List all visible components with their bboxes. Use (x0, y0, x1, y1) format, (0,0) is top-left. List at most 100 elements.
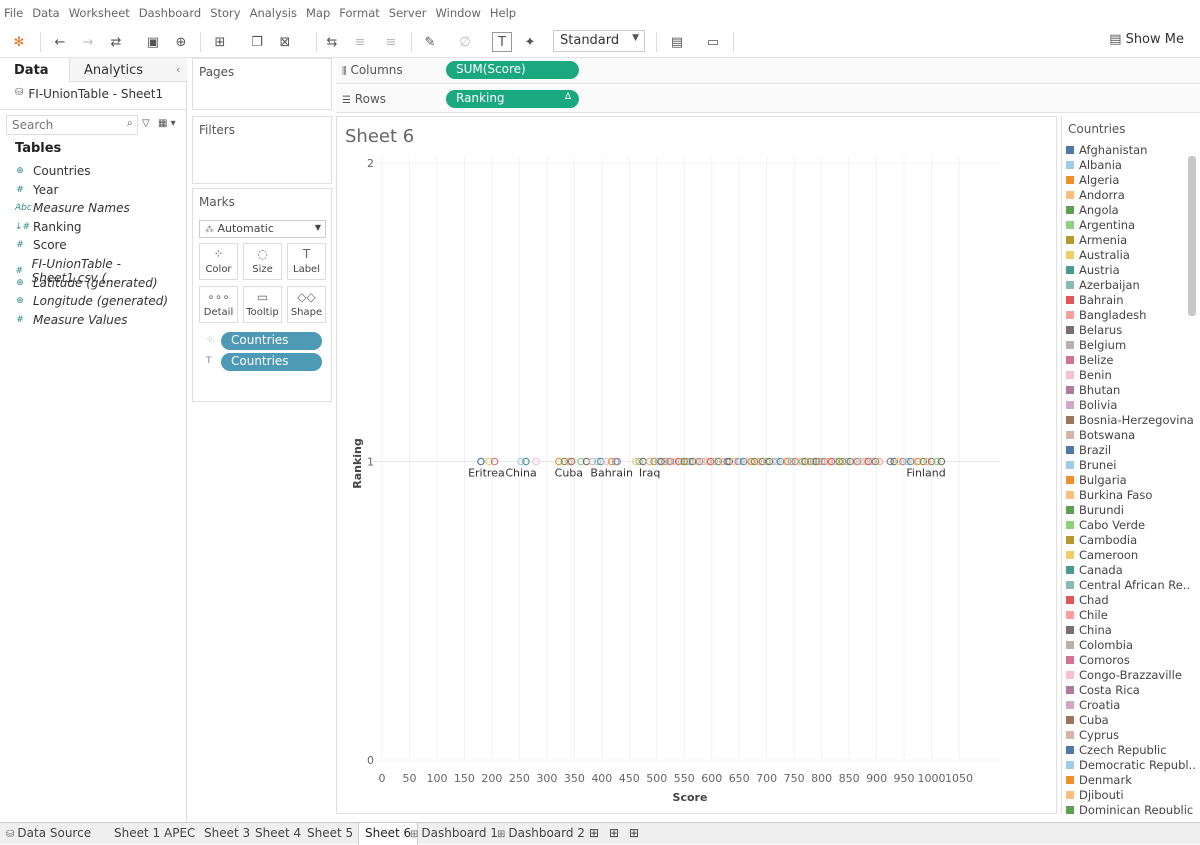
undo-icon[interactable]: ← (50, 32, 70, 52)
redo-icon[interactable]: → (78, 32, 98, 52)
pages-card[interactable]: Pages (192, 58, 332, 110)
mark-tooltip-button[interactable]: ▭ Tooltip (243, 286, 282, 323)
legend-item[interactable]: Denmark (1066, 772, 1132, 787)
field-item[interactable]: ⊕ Latitude (generated) (15, 276, 157, 290)
menu-file[interactable]: File (4, 6, 23, 20)
presentation-mode-icon[interactable]: ▭ (703, 32, 723, 52)
legend-item[interactable]: Afghanistan (1066, 142, 1147, 157)
menu-format[interactable]: Format (339, 6, 380, 20)
menu-server[interactable]: Server (389, 6, 427, 20)
pin-icon[interactable]: ✦ (520, 32, 540, 52)
field-item[interactable]: Abc Measure Names (15, 201, 130, 215)
menu-map[interactable]: Map (306, 6, 330, 20)
legend-item[interactable]: Burundi (1066, 502, 1124, 517)
tab-data[interactable]: Data (0, 58, 70, 82)
mark-color-button[interactable]: ⁘ Color (199, 243, 238, 280)
legend-item[interactable]: Belize (1066, 352, 1113, 367)
legend-item[interactable]: Argentina (1066, 217, 1135, 232)
new-worksheet-tab-icon[interactable]: ⊞ (589, 826, 599, 840)
mark-shape-button[interactable]: ◇◇ Shape (287, 286, 326, 323)
legend-item[interactable]: Croatia (1066, 697, 1120, 712)
new-datasource-icon[interactable]: ⊕ (171, 32, 191, 52)
legend-item[interactable]: Djibouti (1066, 787, 1124, 802)
marks-pill[interactable]: Countries (221, 332, 322, 350)
legend-item[interactable]: Belgium (1066, 337, 1126, 352)
legend-item[interactable]: Armenia (1066, 232, 1127, 247)
collapse-pane-icon[interactable]: ‹ (176, 63, 180, 76)
sheet-tab[interactable]: ⛁ Data Source (6, 826, 91, 840)
legend-item[interactable]: Austria (1066, 262, 1120, 277)
legend-item[interactable]: Brunei (1066, 457, 1116, 472)
legend-item[interactable]: Bulgaria (1066, 472, 1127, 487)
legend-item[interactable]: Costa Rica (1066, 682, 1140, 697)
mark-size-button[interactable]: ◌ Size (243, 243, 282, 280)
field-item[interactable]: # Measure Values (15, 313, 127, 327)
legend-item[interactable]: Benin (1066, 367, 1112, 382)
legend-item[interactable]: Chile (1066, 607, 1108, 622)
legend-item[interactable]: Bosnia-Herzegovina (1066, 412, 1194, 427)
replace-data-icon[interactable]: ⇄ (106, 32, 126, 52)
sort-ascending-icon[interactable]: ≡ (350, 32, 370, 52)
search-input[interactable] (6, 115, 138, 135)
tableau-logo-icon[interactable]: ✻ (9, 32, 29, 52)
mark-label-button[interactable]: T Label (287, 243, 326, 280)
new-dashboard-tab-icon[interactable]: ⊞ (609, 826, 619, 840)
clear-sheet-icon[interactable]: ⊠ (275, 32, 295, 52)
sheet-tab[interactable]: Sheet 1 (114, 826, 160, 840)
sheet-tab[interactable]: APEC (164, 826, 195, 840)
tab-analytics[interactable]: Analytics (70, 58, 187, 82)
menu-analysis[interactable]: Analysis (250, 6, 297, 20)
sheet-tab[interactable]: ⊞ Dashboard 2 (497, 826, 585, 840)
menu-window[interactable]: Window (436, 6, 481, 20)
show-me-button[interactable]: ▤ Show Me (1109, 32, 1184, 47)
legend-item[interactable]: Cabo Verde (1066, 517, 1145, 532)
legend-item[interactable]: Bhutan (1066, 382, 1120, 397)
legend-item[interactable]: Azerbaijan (1066, 277, 1140, 292)
legend-item[interactable]: Albania (1066, 157, 1122, 172)
legend-item[interactable]: Congo-Brazzaville (1066, 667, 1182, 682)
sheet-tab[interactable]: Sheet 3 (204, 826, 250, 840)
legend-scrollbar[interactable] (1188, 156, 1196, 316)
show-labels-icon[interactable]: T (492, 32, 512, 52)
fit-select[interactable]: Standard ▼ (553, 30, 645, 52)
legend-item[interactable]: Comoros (1066, 652, 1130, 667)
menu-dashboard[interactable]: Dashboard (139, 6, 201, 20)
legend-item[interactable]: Australia (1066, 247, 1130, 262)
legend-item[interactable]: Bangladesh (1066, 307, 1146, 322)
legend-item[interactable]: Cambodia (1066, 532, 1137, 547)
legend-item[interactable]: Colombia (1066, 637, 1133, 652)
legend-item[interactable]: Czech Republic (1066, 742, 1167, 757)
sheet-tab[interactable]: Sheet 4 (255, 826, 301, 840)
swap-axes-icon[interactable]: ⇆ (322, 32, 342, 52)
field-item[interactable]: # Year (15, 183, 58, 197)
legend-item[interactable]: Dominican Republic (1066, 802, 1193, 814)
legend-item[interactable]: Botswana (1066, 427, 1135, 442)
group-icon[interactable]: ∅ (455, 32, 475, 52)
field-item[interactable]: ⊕ Longitude (generated) (15, 294, 168, 308)
filters-card[interactable]: Filters (192, 116, 332, 184)
field-item[interactable]: ↓# Ranking (15, 220, 82, 234)
sheet-tab[interactable]: ⊞ Dashboard 1 (410, 826, 498, 840)
datasource-item[interactable]: ⛁ FI-UnionTable - Sheet1 (15, 87, 163, 101)
legend-item[interactable]: Chad (1066, 592, 1109, 607)
legend-item[interactable]: Algeria (1066, 172, 1119, 187)
columns-shelf[interactable]: ⫼ Columns SUM(Score) (336, 58, 1200, 84)
legend-item[interactable]: Cameroon (1066, 547, 1138, 562)
sort-descending-icon[interactable]: ≡ (381, 32, 401, 52)
mark-type-select[interactable]: ⁂ Automatic ▼ (199, 220, 326, 238)
legend-item[interactable]: China (1066, 622, 1112, 637)
legend-item[interactable]: Canada (1066, 562, 1123, 577)
legend-item[interactable]: Brazil (1066, 442, 1111, 457)
legend-item[interactable]: Burkina Faso (1066, 487, 1152, 502)
duplicate-sheet-icon[interactable]: ❐ (247, 32, 267, 52)
legend-item[interactable]: Andorra (1066, 187, 1125, 202)
sheet-tab[interactable]: Sheet 5 (307, 826, 353, 840)
new-story-tab-icon[interactable]: ⊞ (629, 826, 639, 840)
rows-pill[interactable]: Ranking Δ (446, 90, 579, 108)
legend-item[interactable]: Belarus (1066, 322, 1122, 337)
legend-item[interactable]: Cuba (1066, 712, 1109, 727)
legend-item[interactable]: Angola (1066, 202, 1119, 217)
field-item[interactable]: # Score (15, 238, 66, 252)
menu-story[interactable]: Story (210, 6, 240, 20)
menu-data[interactable]: Data (32, 6, 59, 20)
